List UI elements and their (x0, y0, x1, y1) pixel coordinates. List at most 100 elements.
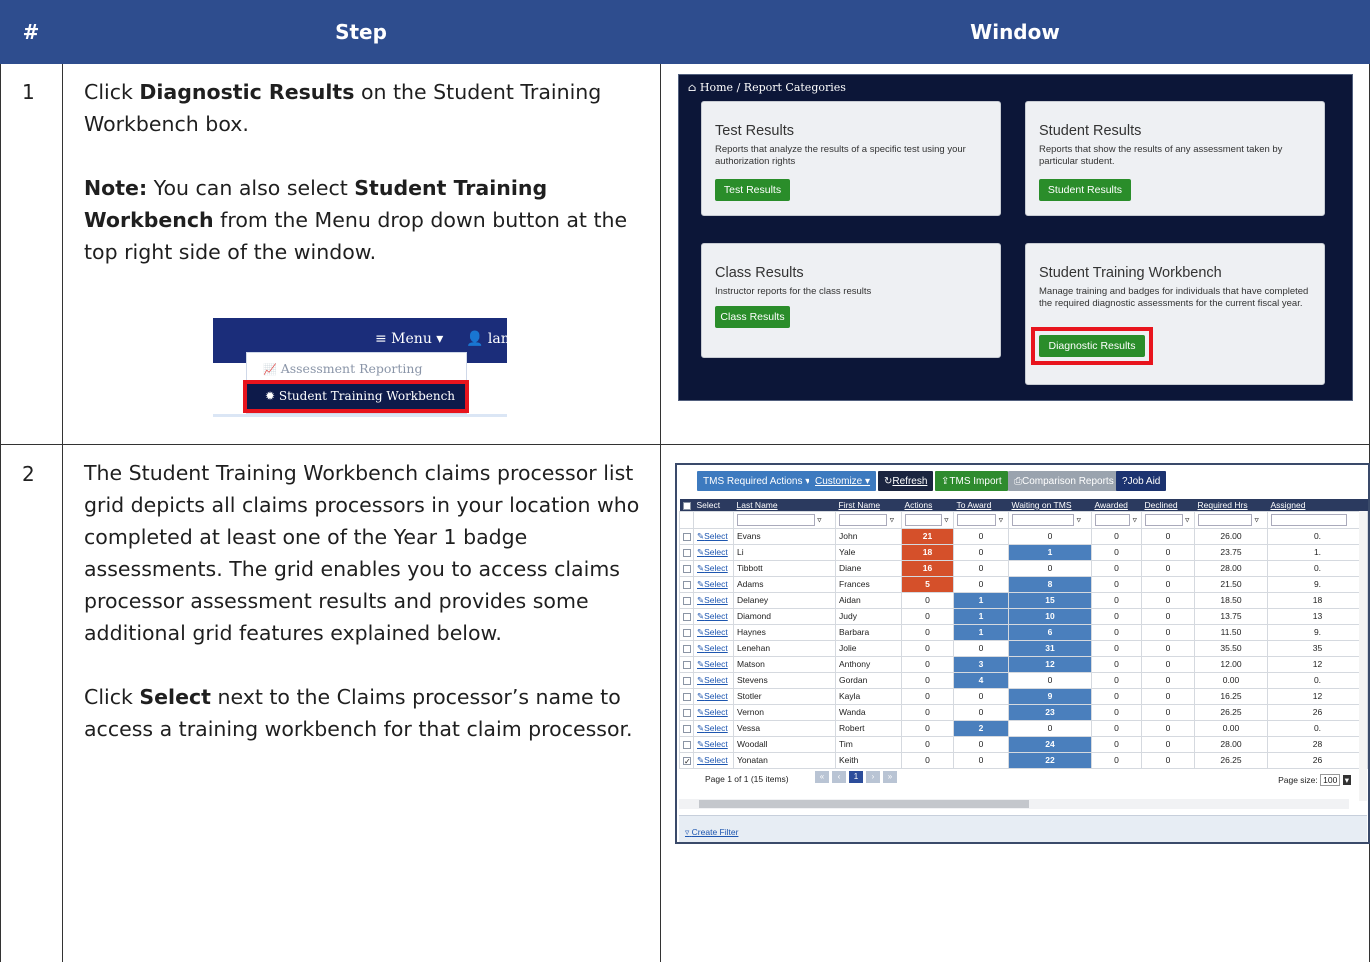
row-checkbox[interactable]: ✓ (679, 751, 694, 769)
menu-item-assessment-reporting[interactable]: 📈 Assessment Reporting (263, 361, 422, 376)
filter-actions[interactable]: ▿ (901, 510, 954, 529)
select-link[interactable]: ✎Select (693, 623, 734, 641)
unchecked-icon[interactable] (683, 532, 691, 541)
filter-first-name[interactable]: ▿ (835, 510, 902, 529)
filter-declined[interactable]: ▿ (1141, 510, 1195, 529)
unchecked-icon[interactable] (683, 676, 691, 685)
job-aid-button[interactable]: ? Job Aid (1116, 471, 1167, 491)
tms-required-actions-button[interactable]: TMS Required Actions ▾ (697, 471, 817, 491)
tms-import-button[interactable]: ⇪ TMS Import (935, 471, 1008, 491)
class-results-button[interactable]: Class Results (715, 306, 790, 328)
filter-required-hrs[interactable]: ▿ (1194, 510, 1268, 529)
first-page-button[interactable]: « (815, 771, 829, 783)
refresh-icon: ↻ (884, 475, 893, 487)
menu-button[interactable]: ≡ Menu ▾ (375, 331, 443, 347)
select-link[interactable]: ✎Select (693, 559, 734, 577)
column-actions[interactable]: Actions (901, 499, 954, 511)
row-checkbox[interactable] (679, 719, 694, 737)
unchecked-icon[interactable] (683, 724, 691, 733)
cell-assigned: 0. (1267, 719, 1368, 737)
student-results-button[interactable]: Student Results (1039, 179, 1131, 201)
checked-icon[interactable]: ✓ (683, 756, 691, 765)
comparison-reports-button[interactable]: ⎙ Comparison Reports (1008, 471, 1120, 491)
cell-to-award: 1 (953, 607, 1009, 625)
breadcrumb-home[interactable]: Home (700, 81, 733, 94)
row-checkbox[interactable] (679, 543, 694, 561)
filter-last-name[interactable]: ▿ (733, 510, 836, 529)
filter-to-award[interactable]: ▿ (953, 510, 1009, 529)
current-page[interactable]: 1 (849, 771, 863, 783)
column-awarded[interactable]: Awarded (1091, 499, 1142, 511)
column-assigned[interactable]: Assigned (1267, 499, 1368, 511)
select-link[interactable]: ✎Select (693, 687, 734, 705)
unchecked-icon[interactable] (683, 580, 691, 589)
create-filter-link[interactable]: ▿ Create Filter (685, 827, 738, 838)
cell-waiting-on-tms: 31 (1008, 639, 1092, 657)
chevron-down-icon[interactable]: ▾ (1342, 775, 1351, 785)
row-checkbox[interactable] (679, 607, 694, 625)
unchecked-icon[interactable] (683, 644, 691, 653)
row-checkbox[interactable] (679, 671, 694, 689)
cell-waiting-on-tms: 10 (1008, 607, 1092, 625)
cell-required-hrs: 21.50 (1194, 575, 1268, 593)
select-link[interactable]: ✎Select (693, 751, 734, 769)
next-page-button[interactable]: › (866, 771, 880, 783)
column-required-hrs[interactable]: Required Hrs (1194, 499, 1268, 511)
unchecked-icon[interactable] (683, 692, 691, 701)
filter-waiting[interactable]: ▿ (1008, 510, 1092, 529)
refresh-button[interactable]: ↻ Refresh (878, 471, 934, 491)
row-checkbox[interactable] (679, 655, 694, 673)
select-link[interactable]: ✎Select (693, 719, 734, 737)
select-all-checkbox[interactable] (679, 499, 694, 511)
page-size-select[interactable]: 100 (1320, 774, 1341, 786)
row-checkbox[interactable] (679, 687, 694, 705)
row-checkbox[interactable] (679, 575, 694, 593)
column-last-name[interactable]: Last Name (733, 499, 836, 511)
last-page-button[interactable]: » (883, 771, 897, 783)
unchecked-icon[interactable] (683, 628, 691, 637)
select-link[interactable]: ✎Select (693, 655, 734, 673)
horizontal-scrollbar[interactable] (679, 799, 1349, 809)
row-checkbox[interactable] (679, 591, 694, 609)
column-first-name[interactable]: First Name (835, 499, 902, 511)
cell-assigned: 0. (1267, 527, 1368, 545)
column-waiting-on-tms[interactable]: Waiting on TMS (1008, 499, 1092, 511)
unchecked-icon[interactable] (683, 612, 691, 621)
select-link[interactable]: ✎Select (693, 527, 734, 545)
unchecked-icon[interactable] (683, 564, 691, 573)
column-to-award[interactable]: To Award (953, 499, 1009, 511)
row-checkbox[interactable] (679, 703, 694, 721)
select-link[interactable]: ✎Select (693, 607, 734, 625)
card-description: Instructor reports for the class results (715, 286, 872, 297)
select-link[interactable]: ✎Select (693, 639, 734, 657)
cell-first-name: Jolie (835, 639, 902, 657)
row-checkbox[interactable] (679, 623, 694, 641)
unchecked-icon[interactable] (683, 708, 691, 717)
page-size: Page size: 100 ▾ (1278, 774, 1351, 786)
row-checkbox[interactable] (679, 639, 694, 657)
select-link[interactable]: ✎Select (693, 575, 734, 593)
unchecked-icon[interactable] (683, 596, 691, 605)
test-results-button[interactable]: Test Results (715, 179, 790, 201)
prev-page-button[interactable]: ‹ (832, 771, 846, 783)
row-checkbox[interactable] (679, 527, 694, 545)
select-link[interactable]: ✎Select (693, 543, 734, 561)
upload-icon: ⇪ (941, 475, 950, 487)
table-row: ✎Select Evans John 21 0 0 0 0 26.00 0. (679, 527, 1368, 545)
select-link[interactable]: ✎Select (693, 735, 734, 753)
row-checkbox[interactable] (679, 559, 694, 577)
select-link[interactable]: ✎Select (693, 591, 734, 609)
select-link[interactable]: ✎Select (693, 703, 734, 721)
customize-button[interactable]: Customize ▾ (809, 471, 877, 491)
user-menu[interactable]: 👤 lamo (466, 331, 507, 347)
unchecked-icon[interactable] (683, 740, 691, 749)
filter-assigned[interactable] (1267, 510, 1368, 529)
unchecked-icon[interactable] (683, 660, 691, 669)
filter-awarded[interactable]: ▿ (1091, 510, 1142, 529)
select-link[interactable]: ✎Select (693, 671, 734, 689)
unchecked-icon[interactable] (683, 548, 691, 557)
vertical-scrollbar[interactable] (1359, 511, 1367, 801)
row-checkbox[interactable] (679, 735, 694, 753)
highlight-box (1031, 327, 1153, 365)
column-declined[interactable]: Declined (1141, 499, 1195, 511)
